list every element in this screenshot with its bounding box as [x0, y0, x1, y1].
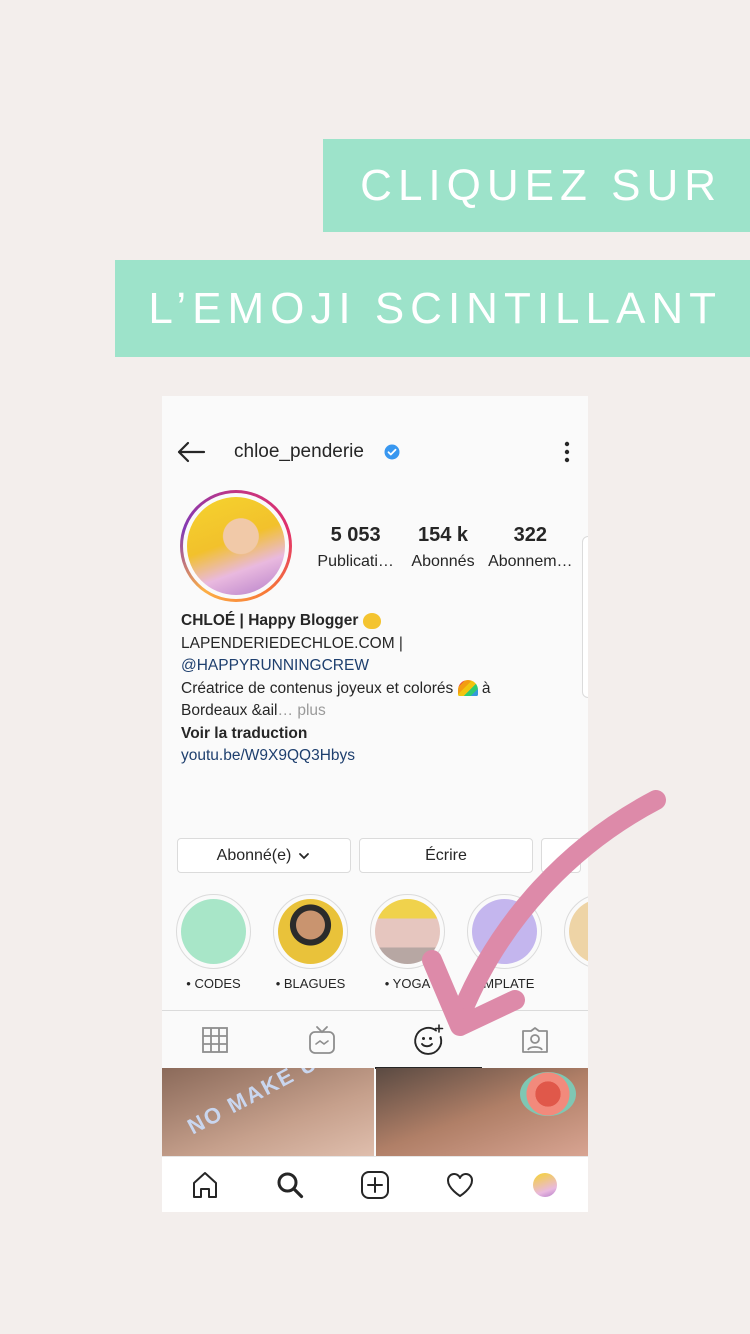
highlight-cover: [278, 899, 343, 964]
profile-tabs: [162, 1010, 589, 1069]
post-thumbnail[interactable]: NO MAKE UP: [162, 1068, 374, 1158]
nav-add[interactable]: [332, 1157, 417, 1212]
story-highlights: • CODES • BLAGUES • YOGA EMPLATE •: [176, 894, 588, 991]
search-icon: [277, 1172, 303, 1198]
highlight-cover: [375, 899, 440, 964]
phone-screenshot: chloe_penderie 5 053 Publicati… 154 k Ab…: [162, 396, 588, 1212]
highlight-item[interactable]: •: [564, 894, 588, 991]
stat-followers-value: 154 k: [417, 524, 469, 546]
highlight-cover: [472, 899, 537, 964]
profile-stats: 5 053 Publicati… 154 k Abonnés 322 Abonn…: [312, 524, 574, 571]
highlight-label: •: [564, 976, 588, 991]
profile-actions: Abonné(e) Écrire: [177, 838, 581, 873]
tab-tagged[interactable]: [482, 1011, 589, 1068]
highlight-label: EMPLATE: [474, 976, 535, 991]
flower-crown-icon: [520, 1072, 576, 1116]
heart-icon: [447, 1172, 474, 1197]
igtv-icon: [308, 1025, 335, 1054]
tab-effects[interactable]: [375, 1011, 482, 1069]
highlight-item[interactable]: • BLAGUES: [273, 894, 348, 991]
tab-grid[interactable]: [162, 1011, 269, 1068]
profile-bio: CHLOÉ | Happy Blogger LAPENDERIEDECHLOE.…: [181, 610, 561, 768]
following-button[interactable]: Abonné(e): [177, 838, 351, 873]
avatar: [533, 1172, 558, 1197]
highlight-item[interactable]: EMPLATE: [467, 894, 542, 991]
following-button-label: Abonné(e): [216, 846, 292, 864]
post-grid: NO MAKE UP: [162, 1068, 588, 1158]
home-icon: [192, 1171, 217, 1198]
highlight-item[interactable]: • CODES: [176, 894, 251, 991]
profile-header: chloe_penderie: [162, 424, 588, 482]
sparkle-face-icon: [414, 1023, 444, 1055]
tab-igtv[interactable]: [269, 1011, 376, 1068]
highlight-cover: [181, 899, 246, 964]
nav-home[interactable]: [162, 1157, 247, 1212]
bottom-navigation: [162, 1156, 588, 1212]
highlight-item[interactable]: • YOGA: [370, 894, 445, 991]
instruction-banner-top: CLIQUEZ SUR: [323, 139, 750, 232]
highlight-label: • YOGA: [384, 976, 431, 991]
chevron-down-icon: [299, 852, 310, 859]
rainbow-icon: [457, 680, 478, 697]
bio-website-line: LAPENDERIEDECHLOE.COM |: [181, 634, 403, 652]
post-thumbnail[interactable]: [376, 1068, 588, 1158]
highlight-cover: [569, 899, 588, 964]
avatar-photo: [187, 497, 285, 595]
stat-followers[interactable]: 154 k Abonnés: [399, 524, 486, 571]
nav-search[interactable]: [247, 1157, 332, 1212]
stat-posts-label: Publicati…: [317, 553, 394, 570]
highlight-label: • BLAGUES: [275, 976, 346, 991]
bio-more-link[interactable]: … plus: [278, 702, 326, 719]
bio-mention[interactable]: @HAPPYRUNNINGCREW: [181, 655, 561, 678]
profile-username: chloe_penderie: [234, 441, 364, 462]
highlight-label: • CODES: [186, 976, 241, 991]
stat-following-value: 322: [513, 524, 547, 546]
message-button[interactable]: Écrire: [359, 838, 533, 873]
verified-badge-icon: [384, 444, 400, 465]
banner-text-line2: L’EMOJI SCINTILLANT: [148, 283, 722, 333]
bio-description-end: à: [481, 679, 491, 697]
message-button-label: Écrire: [425, 846, 467, 864]
instruction-banner-bottom: L’EMOJI SCINTILLANT: [115, 260, 750, 357]
stat-posts[interactable]: 5 053 Publicati…: [312, 524, 399, 571]
profile-avatar[interactable]: [180, 490, 292, 602]
bio-external-link[interactable]: youtu.be/W9X9QQ3Hbys: [181, 745, 561, 768]
nav-profile[interactable]: [503, 1157, 588, 1212]
bio-location: Bordeaux &ail: [181, 702, 278, 719]
back-arrow-icon[interactable]: [176, 440, 206, 469]
banner-text-line1: CLIQUEZ SUR: [360, 160, 722, 210]
grid-icon: [202, 1026, 229, 1053]
bio-name: CHLOÉ | Happy Blogger: [181, 612, 359, 629]
stat-following[interactable]: 322 Abonnem…: [487, 524, 574, 571]
add-icon: [361, 1170, 389, 1199]
stat-following-label: Abonnem…: [488, 553, 573, 570]
bio-description: Créatrice de contenus joyeux et colorés: [181, 679, 454, 697]
yellow-heart-icon: [362, 612, 381, 629]
see-translation-link[interactable]: Voir la traduction: [181, 723, 561, 746]
post-overlay-text: NO MAKE UP: [183, 1068, 337, 1140]
stat-posts-value: 5 053: [330, 524, 381, 546]
more-options-icon[interactable]: [564, 441, 570, 468]
tagged-icon: [521, 1026, 548, 1053]
suggested-users-button[interactable]: [541, 838, 581, 873]
suggestions-card-edge: [582, 536, 588, 698]
nav-activity[interactable]: [418, 1157, 503, 1212]
stat-followers-label: Abonnés: [411, 553, 475, 570]
